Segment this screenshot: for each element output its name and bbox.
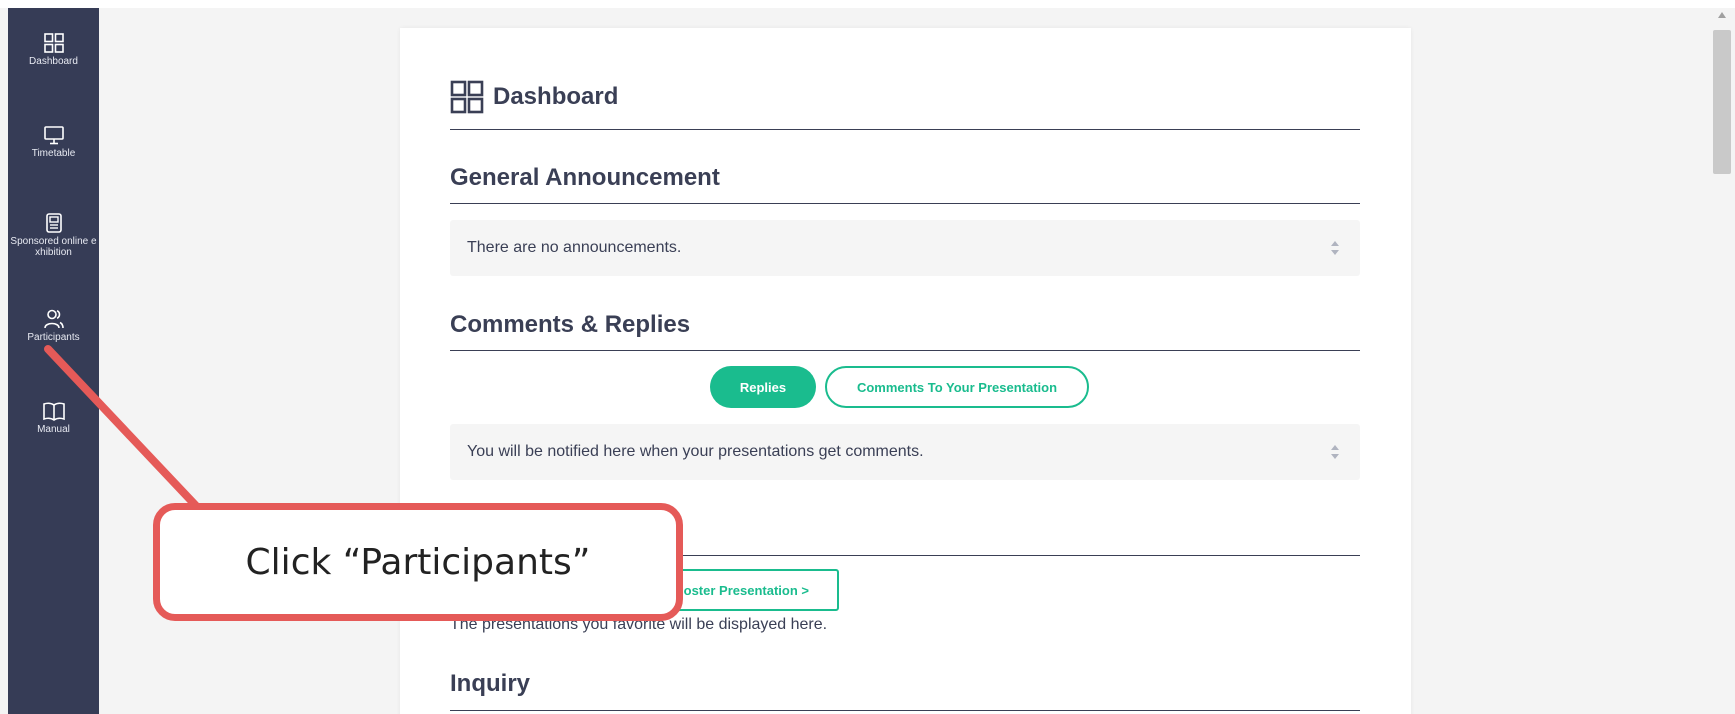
- callout-text: Click “Participants”: [245, 541, 591, 583]
- instruction-callout: Click “Participants”: [153, 503, 683, 621]
